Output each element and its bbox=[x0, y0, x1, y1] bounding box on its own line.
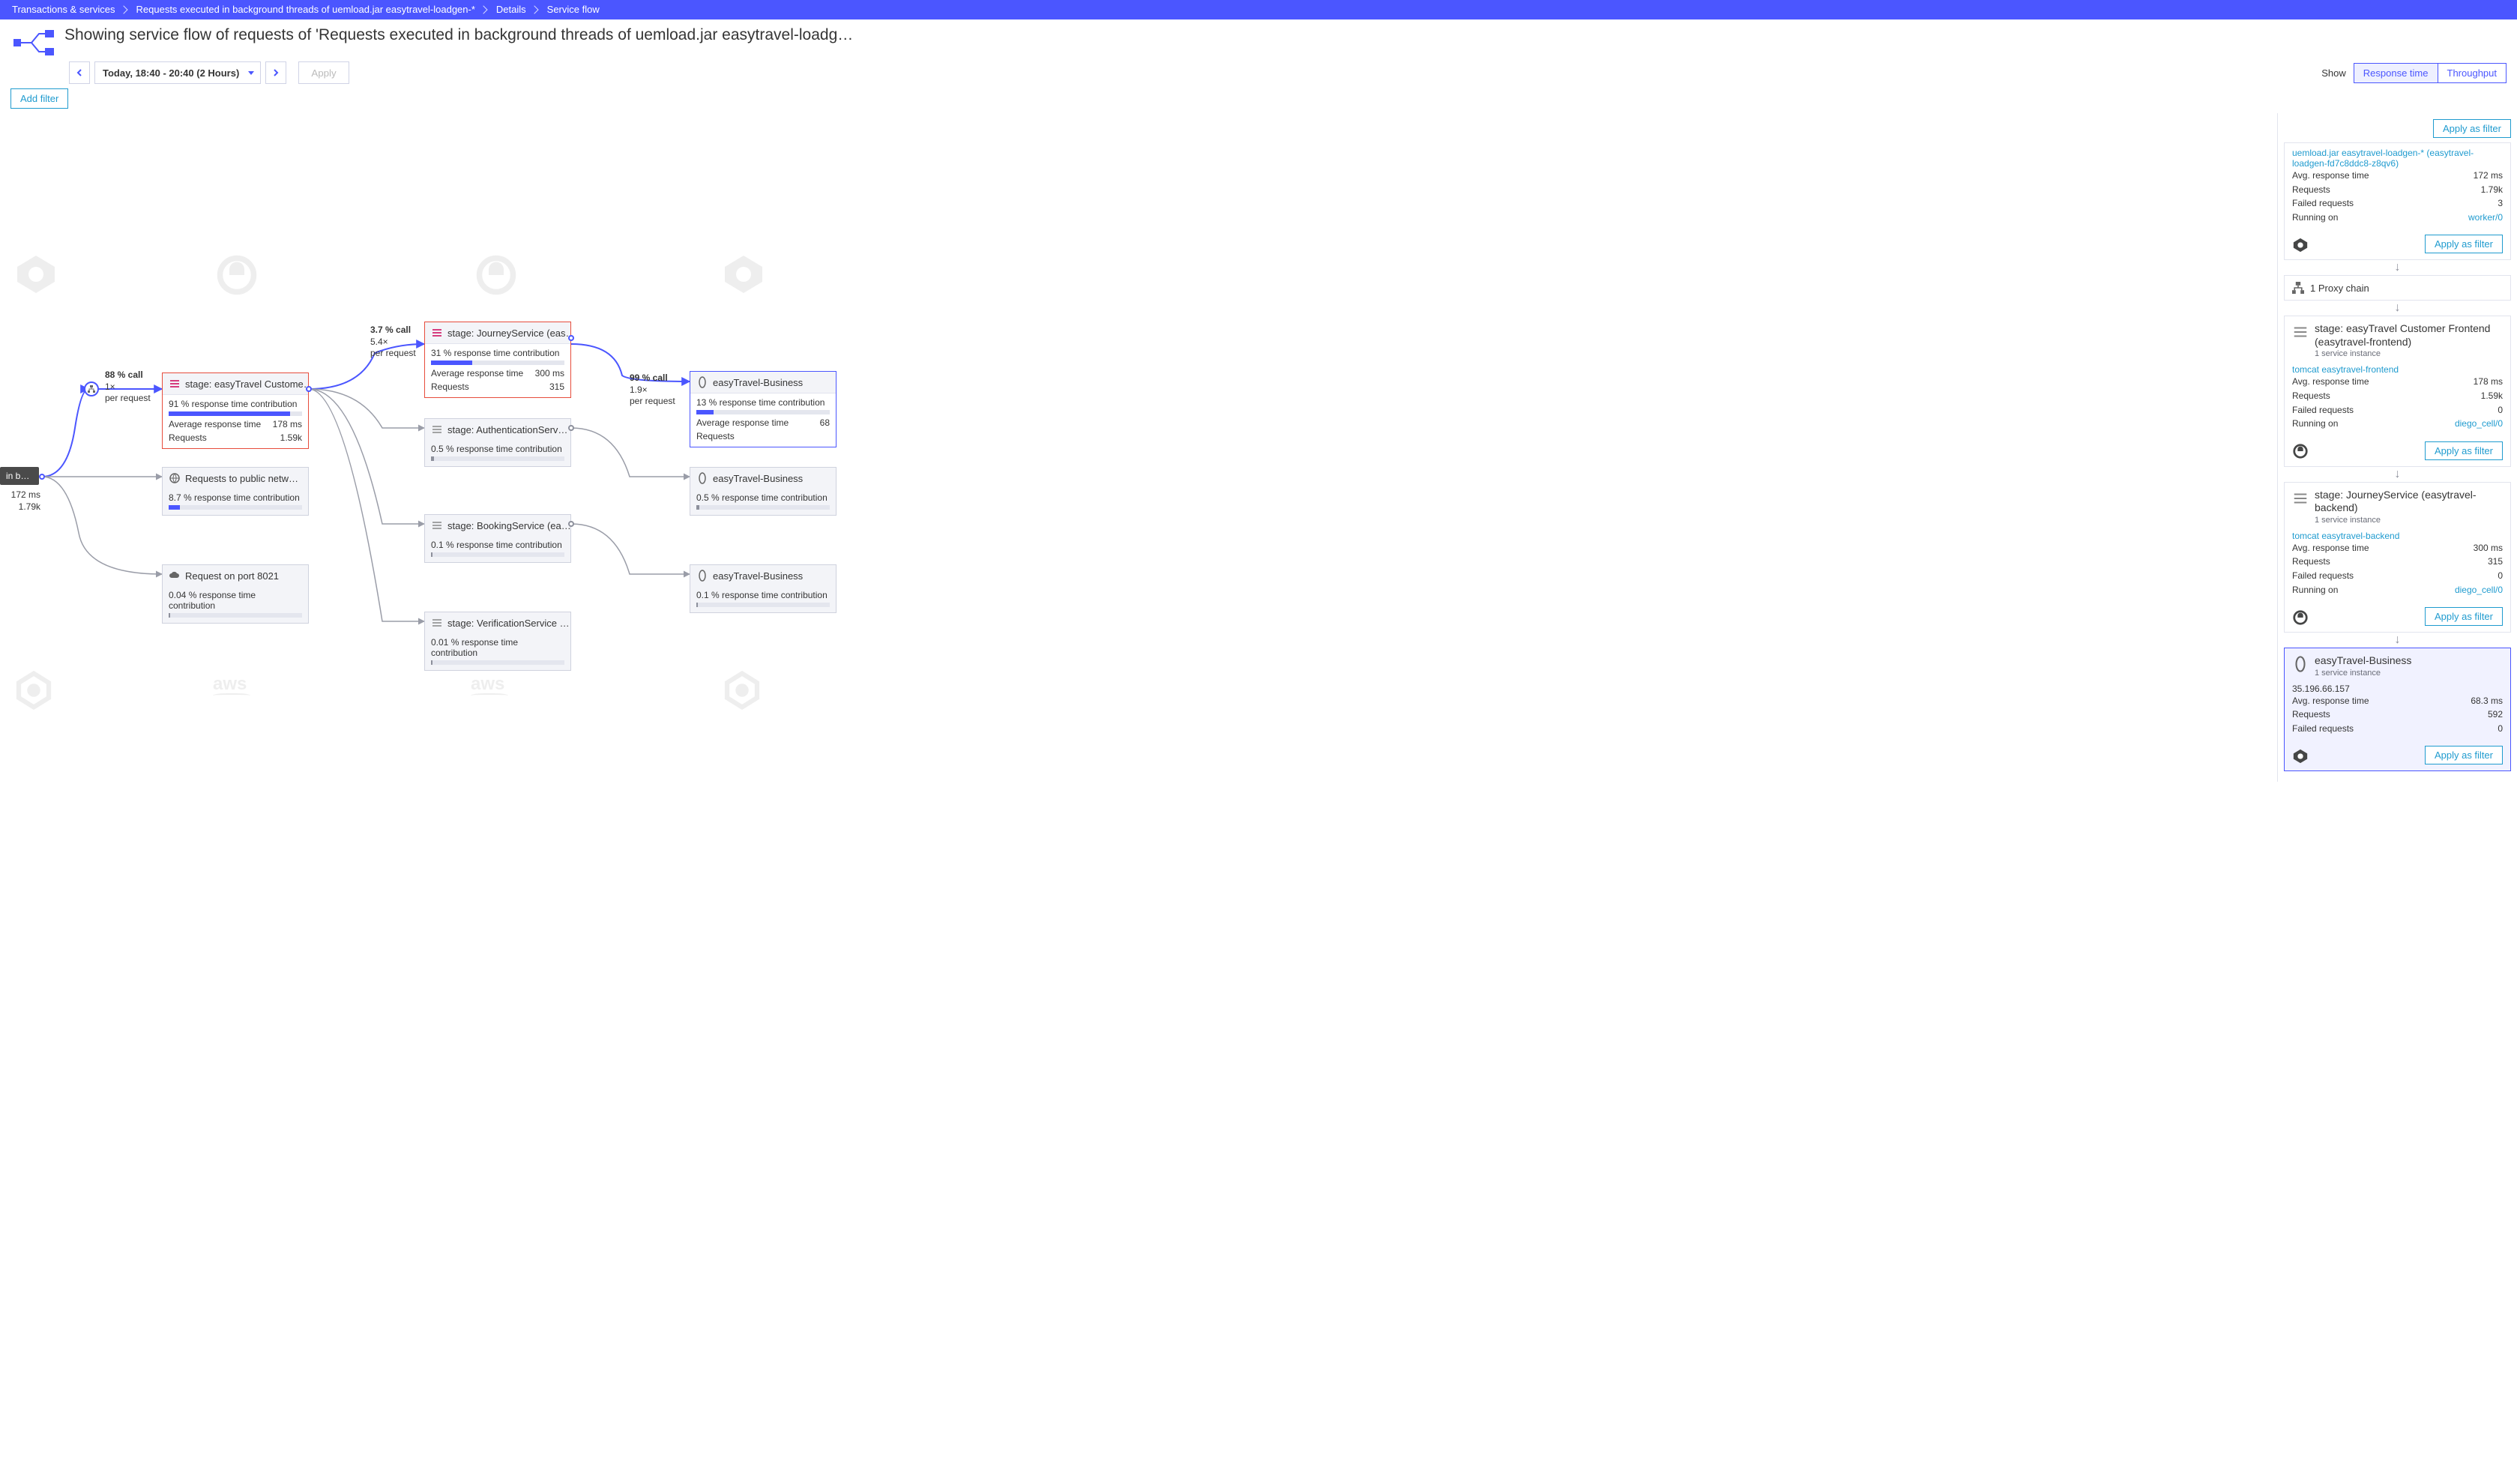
apply-as-filter-button[interactable]: Apply as filter bbox=[2425, 607, 2503, 626]
flow-edges bbox=[0, 113, 2277, 782]
edge-label: 3.7 % call5.4×per request bbox=[370, 325, 416, 360]
web-service-icon bbox=[431, 327, 443, 339]
edge-label: 88 % call1×per request bbox=[105, 370, 151, 405]
service-node-easytravel-business-1[interactable]: easyTravel-Business 13 % response time c… bbox=[690, 371, 837, 447]
segment-throughput[interactable]: Throughput bbox=[2438, 63, 2507, 83]
breadcrumbs: Transactions & services Requests execute… bbox=[0, 0, 2517, 19]
time-prev-button[interactable] bbox=[69, 61, 90, 84]
flow-node-dot[interactable] bbox=[39, 474, 45, 480]
custom-service-icon bbox=[2292, 656, 2309, 672]
process-link[interactable]: uemload.jar easytravel-loadgen-* (easytr… bbox=[2292, 148, 2503, 169]
web-service-icon bbox=[431, 423, 443, 435]
apply-as-filter-button[interactable]: Apply as filter bbox=[2425, 746, 2503, 764]
service-flow-canvas[interactable]: aws aws bbox=[0, 113, 2277, 782]
web-service-icon bbox=[169, 378, 181, 390]
service-flow-icon bbox=[10, 25, 58, 60]
cloud-foundry-icon bbox=[2292, 609, 2309, 626]
service-node-authentication[interactable]: stage: AuthenticationServ… 0.5 % respons… bbox=[424, 418, 571, 467]
service-node-public-networks[interactable]: Requests to public netw… 8.7 % response … bbox=[162, 467, 309, 516]
source-node[interactable]: in bac… bbox=[0, 467, 39, 485]
flow-node-dot[interactable] bbox=[568, 521, 574, 527]
edge-label: 99 % call1.9×per request bbox=[630, 372, 675, 408]
custom-service-icon bbox=[696, 570, 708, 582]
flow-arrow-icon: ↓ bbox=[2284, 468, 2511, 480]
sitemap-icon bbox=[2292, 282, 2304, 294]
breadcrumb-item[interactable]: Transactions & services bbox=[4, 0, 129, 19]
service-node-port-8021[interactable]: Request on port 8021 0.04 % response tim… bbox=[162, 564, 309, 624]
apply-button[interactable]: Apply bbox=[298, 61, 349, 84]
flow-node-dot[interactable] bbox=[568, 335, 574, 341]
process-group-link[interactable]: tomcat easytravel-frontend bbox=[2292, 364, 2503, 375]
running-on-link[interactable]: diego_cell/0 bbox=[2455, 417, 2503, 431]
sp-block-business-selected[interactable]: easyTravel-Business1 service instance 35… bbox=[2284, 648, 2511, 771]
time-next-button[interactable] bbox=[265, 61, 286, 84]
kubernetes-icon bbox=[2292, 748, 2309, 764]
kubernetes-icon bbox=[2292, 237, 2309, 253]
timeframe-picker[interactable]: Today, 18:40 - 20:40 (2 Hours) bbox=[94, 61, 261, 84]
detail-panel: Apply as filter uemload.jar easytravel-l… bbox=[2277, 113, 2517, 782]
globe-icon bbox=[169, 472, 181, 484]
process-group-link[interactable]: tomcat easytravel-backend bbox=[2292, 531, 2503, 541]
ip-address: 35.196.66.157 bbox=[2292, 684, 2503, 694]
flow-arrow-icon: ↓ bbox=[2284, 634, 2511, 646]
running-on-link[interactable]: worker/0 bbox=[2468, 211, 2503, 225]
service-node-booking[interactable]: stage: BookingService (ea… 0.1 % respons… bbox=[424, 514, 571, 563]
add-filter-button[interactable]: Add filter bbox=[10, 88, 68, 109]
sitemap-icon bbox=[88, 385, 95, 393]
cloud-icon bbox=[169, 570, 181, 582]
service-node-journey-service[interactable]: stage: JourneyService (eas… 31 % respons… bbox=[424, 322, 571, 398]
metric-toggle: Response time Throughput bbox=[2354, 63, 2507, 83]
apply-as-filter-button[interactable]: Apply as filter bbox=[2425, 235, 2503, 253]
web-service-icon bbox=[431, 519, 443, 531]
breadcrumb-item[interactable]: Details bbox=[489, 0, 540, 19]
breadcrumb-item[interactable]: Requests executed in background threads … bbox=[129, 0, 489, 19]
service-node-easytravel-business-2[interactable]: easyTravel-Business 0.5 % response time … bbox=[690, 467, 837, 516]
proxy-chain-node[interactable] bbox=[84, 381, 99, 396]
page-title: Showing service flow of requests of 'Req… bbox=[64, 25, 2507, 44]
breadcrumb-item[interactable]: Service flow bbox=[540, 0, 613, 19]
service-node-easytravel-business-3[interactable]: easyTravel-Business 0.1 % response time … bbox=[690, 564, 837, 613]
flow-arrow-icon: ↓ bbox=[2284, 262, 2511, 274]
web-service-icon bbox=[2292, 490, 2309, 507]
flow-arrow-icon: ↓ bbox=[2284, 302, 2511, 314]
segment-response-time[interactable]: Response time bbox=[2354, 63, 2438, 83]
custom-service-icon bbox=[696, 472, 708, 484]
service-node-easytravel-customer[interactable]: stage: easyTravel Custome… 91 % response… bbox=[162, 372, 309, 449]
flow-node-dot[interactable] bbox=[568, 425, 574, 431]
sp-block-journey[interactable]: stage: JourneyService (easytravel-backen… bbox=[2284, 482, 2511, 633]
service-node-verification[interactable]: stage: VerificationService … 0.01 % resp… bbox=[424, 612, 571, 671]
apply-as-filter-button[interactable]: Apply as filter bbox=[2433, 119, 2511, 138]
flow-node-dot[interactable] bbox=[306, 386, 312, 392]
source-stats: 172 ms1.79k bbox=[1, 489, 40, 513]
web-service-icon bbox=[431, 617, 443, 629]
apply-as-filter-button[interactable]: Apply as filter bbox=[2425, 441, 2503, 460]
show-label: Show bbox=[2321, 67, 2346, 79]
proxy-chain-block[interactable]: 1 Proxy chain bbox=[2284, 275, 2511, 301]
running-on-link[interactable]: diego_cell/0 bbox=[2455, 583, 2503, 597]
timeframe-label: Today, 18:40 - 20:40 (2 Hours) bbox=[103, 67, 239, 79]
web-service-icon bbox=[2292, 324, 2309, 340]
contribution-bar bbox=[169, 411, 302, 416]
sp-block-process[interactable]: uemload.jar easytravel-loadgen-* (easytr… bbox=[2284, 142, 2511, 260]
chevron-down-icon bbox=[248, 71, 254, 75]
cloud-foundry-icon bbox=[2292, 443, 2309, 459]
sp-block-frontend[interactable]: stage: easyTravel Customer Frontend (eas… bbox=[2284, 316, 2511, 466]
custom-service-icon bbox=[696, 376, 708, 388]
